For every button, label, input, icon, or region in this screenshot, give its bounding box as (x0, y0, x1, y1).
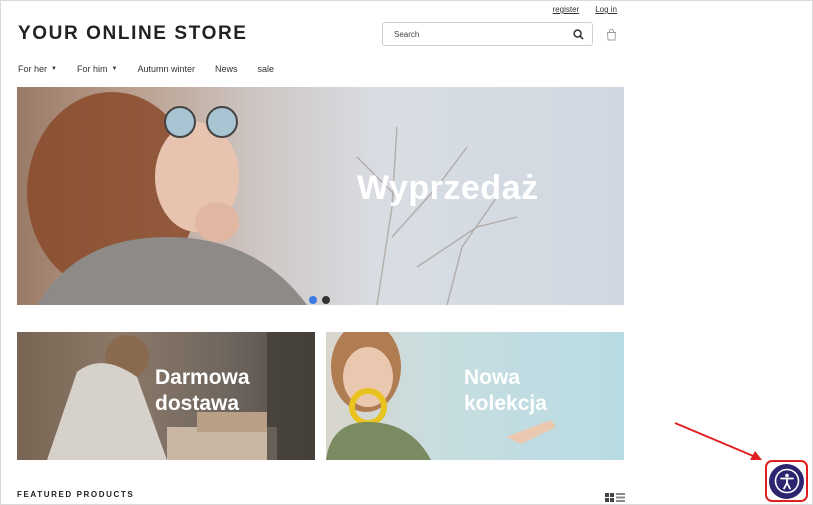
chevron-down-icon: ▼ (111, 66, 118, 72)
nav-item-label: For him (76, 64, 108, 74)
featured-products-heading: FEATURED PRODUCTS (17, 490, 135, 499)
search-icon[interactable] (569, 28, 587, 40)
promo-right-line1: Nowa (464, 366, 521, 389)
promo-free-shipping[interactable]: Darmowa dostawa (17, 332, 315, 460)
main-nav: For her ▼ For him ▼ Autumn winter News s… (18, 64, 294, 74)
carousel-dots (309, 296, 330, 304)
accessibility-icon (774, 468, 799, 494)
store-logo[interactable]: YOUR ONLINE STORE (18, 23, 248, 45)
promo-left-line1: Darmowa (155, 366, 250, 389)
hero-title: Wyprzedaż (357, 169, 539, 207)
promo-right-text: Nowa kolekcja (464, 365, 547, 416)
chevron-down-icon: ▼ (51, 66, 57, 72)
annotation-highlight (765, 460, 808, 502)
promo-right-line2: kolekcja (464, 391, 547, 415)
register-link[interactable]: register (553, 5, 580, 14)
hero-banner[interactable]: Wyprzedaż (17, 87, 624, 305)
carousel-dot-1[interactable] (309, 296, 317, 304)
cart-icon[interactable] (606, 28, 617, 46)
login-link[interactable]: Log in (595, 5, 617, 14)
nav-item-label: sale (257, 64, 274, 74)
promo-left-text: Darmowa dostawa (155, 365, 250, 416)
nav-item-label: For her (18, 64, 48, 74)
annotation-arrow-icon (674, 422, 762, 460)
nav-item-label: Autumn winter (137, 64, 195, 74)
promo-left-line2: dostawa (155, 391, 240, 415)
nav-item-label: News (214, 64, 238, 74)
nav-item-for-him[interactable]: For him ▼ (77, 64, 117, 74)
nav-item-sale[interactable]: sale (257, 64, 274, 74)
search-input[interactable] (383, 29, 569, 39)
accessibility-button[interactable] (769, 463, 804, 499)
grid-view-icon[interactable] (605, 489, 614, 505)
search-box (382, 22, 593, 46)
promo-new-collection[interactable]: Nowa kolekcja (326, 332, 624, 460)
account-links: register Log in (553, 5, 617, 14)
nav-item-for-her[interactable]: For her ▼ (18, 64, 57, 74)
list-view-icon[interactable] (616, 489, 625, 505)
nav-item-autumn-winter[interactable]: Autumn winter (137, 64, 195, 74)
view-toggle (605, 489, 625, 505)
carousel-dot-2[interactable] (322, 296, 330, 304)
nav-item-news[interactable]: News (215, 64, 238, 74)
